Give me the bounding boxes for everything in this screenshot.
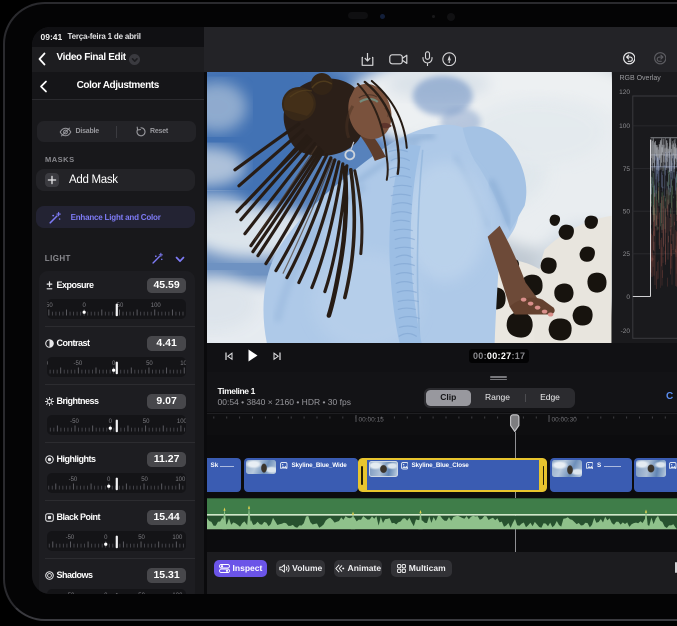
svg-text:75: 75 (622, 165, 630, 172)
svg-text:50: 50 (146, 361, 153, 367)
svg-text:0: 0 (108, 419, 112, 425)
svg-text:-50: -50 (47, 303, 53, 309)
svg-text:00:00:30: 00:00:30 (552, 416, 578, 423)
svg-text:00:00:15: 00:00:15 (359, 416, 385, 423)
svg-text:0: 0 (104, 593, 108, 594)
svg-text:-50: -50 (68, 477, 77, 483)
svg-text:50: 50 (622, 208, 630, 215)
svg-text:-50: -50 (65, 535, 74, 541)
svg-text:-20: -20 (620, 327, 630, 334)
svg-text:50: 50 (138, 593, 145, 594)
svg-text:0: 0 (112, 361, 116, 367)
svg-text:0: 0 (82, 303, 86, 309)
svg-text:-50: -50 (73, 361, 82, 367)
svg-text:25: 25 (622, 251, 630, 258)
svg-text:100: 100 (176, 419, 186, 425)
svg-text:100: 100 (175, 477, 186, 483)
svg-text:100: 100 (180, 361, 186, 367)
svg-text:0: 0 (626, 293, 630, 300)
svg-text:-50: -50 (70, 419, 79, 425)
svg-text:-100: -100 (47, 361, 49, 367)
svg-text:50: 50 (138, 535, 145, 541)
svg-text:50: 50 (142, 419, 149, 425)
svg-text:50: 50 (141, 477, 148, 483)
svg-text:120: 120 (619, 89, 630, 96)
svg-text:100: 100 (150, 303, 161, 309)
svg-text:0: 0 (107, 477, 111, 483)
svg-text:0: 0 (104, 535, 108, 541)
svg-text:-50: -50 (65, 593, 74, 594)
svg-text:100: 100 (619, 123, 630, 130)
svg-text:100: 100 (172, 593, 183, 594)
svg-text:100: 100 (172, 535, 183, 541)
